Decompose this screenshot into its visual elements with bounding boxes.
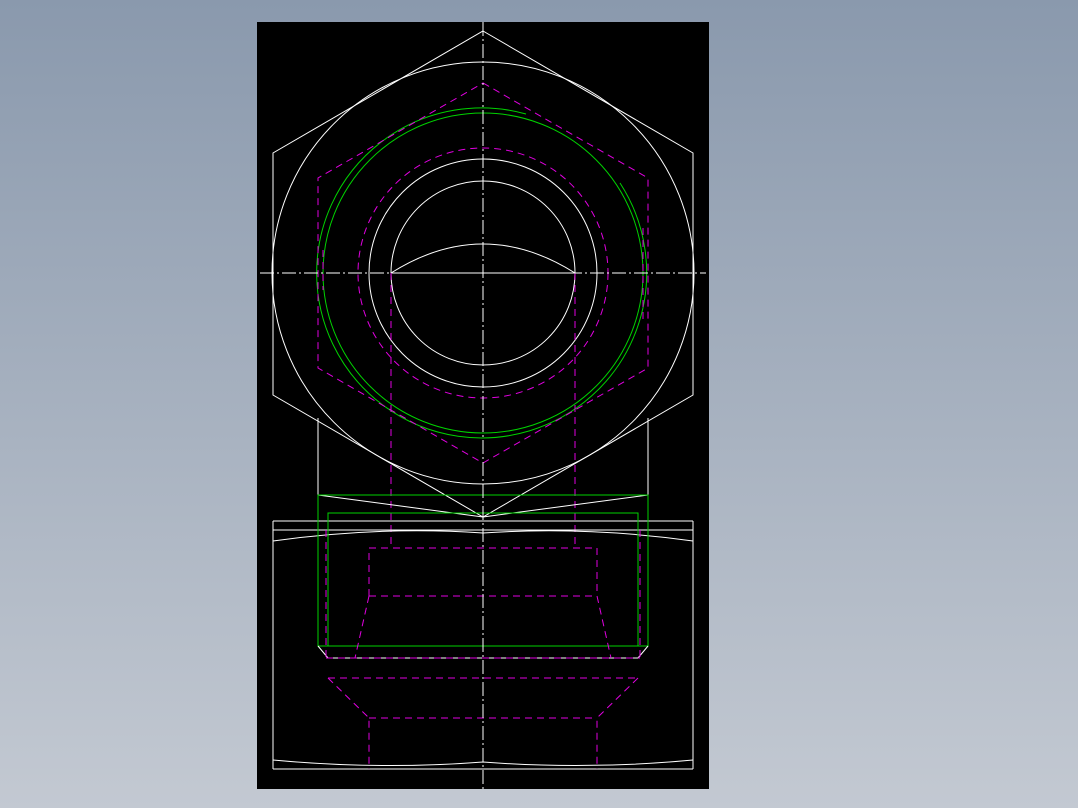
- hidden-taper-right: [596, 595, 612, 659]
- cad-drawing: [260, 22, 706, 789]
- hidden-counterbore-left: [327, 677, 370, 769]
- chamfer-line-right: [482, 494, 649, 518]
- hidden-counterbore-right: [596, 677, 639, 769]
- cad-background: { "viewport": { "background": "#000000" …: [0, 0, 1078, 808]
- centerlines: [260, 22, 706, 789]
- hidden-taper-left: [354, 595, 370, 659]
- chamfer-line-left: [317, 494, 484, 518]
